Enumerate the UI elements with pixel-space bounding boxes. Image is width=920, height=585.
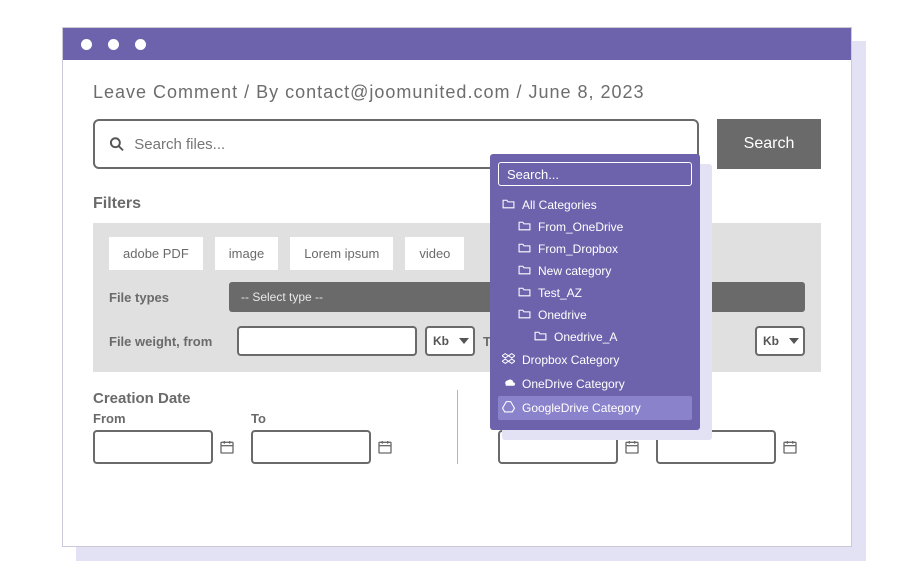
onedrive-icon: [502, 376, 515, 392]
folder-icon: [534, 330, 547, 344]
dropdown-item-label: Onedrive_A: [554, 330, 617, 344]
dropdown-item-label: Dropbox Category: [522, 353, 619, 367]
filter-tag[interactable]: image: [215, 237, 278, 270]
dropdown-item-label: Onedrive: [538, 308, 587, 322]
dates-row: Creation Date From To: [93, 390, 821, 464]
file-types-label: File types: [109, 290, 229, 305]
folder-icon: [518, 264, 531, 278]
dropdown-item[interactable]: Onedrive_A: [498, 326, 692, 348]
gdrive-icon: [502, 400, 515, 416]
folder-icon: [518, 308, 531, 322]
dropdown-item[interactable]: Onedrive: [498, 304, 692, 326]
folder-icon: [518, 242, 531, 256]
creation-from-input[interactable]: [93, 430, 213, 464]
chevron-down-icon: [789, 338, 799, 344]
search-row: Search: [93, 119, 821, 169]
filter-tag[interactable]: adobe PDF: [109, 237, 203, 270]
content-area: Leave Comment / By contact@joomunited.co…: [63, 60, 851, 464]
calendar-icon[interactable]: [377, 439, 393, 455]
weight-from-input[interactable]: [237, 326, 417, 356]
filters-heading: Filters: [93, 195, 821, 213]
dropdown-item-label: OneDrive Category: [522, 377, 625, 391]
unit-label: Kb: [433, 334, 449, 348]
chevron-down-icon: [459, 338, 469, 344]
window-titlebar: [63, 28, 851, 60]
creation-date-col: Creation Date From To: [93, 390, 417, 464]
dropdown-search-input[interactable]: Search...: [498, 162, 692, 186]
dropdown-item-label: Test_AZ: [538, 286, 582, 300]
dropdown-item-label: All Categories: [522, 198, 597, 212]
window-control-dot[interactable]: [108, 39, 119, 50]
window-control-dot[interactable]: [135, 39, 146, 50]
search-input[interactable]: [134, 136, 683, 153]
breadcrumb: Leave Comment / By contact@joomunited.co…: [93, 82, 821, 103]
calendar-icon[interactable]: [219, 439, 235, 455]
dropdown-item-label: From_OneDrive: [538, 220, 623, 234]
dropdown-item-label: From_Dropbox: [538, 242, 618, 256]
dropdown-item[interactable]: All Categories: [498, 194, 692, 216]
filter-tags-row: adobe PDF image Lorem ipsum video: [109, 237, 805, 270]
file-types-row: File types -- Select type --: [109, 282, 805, 312]
folder-icon: [518, 220, 531, 234]
dropdown-item-label: New category: [538, 264, 611, 278]
dropdown-item[interactable]: OneDrive Category: [498, 372, 692, 396]
dropdown-item[interactable]: GoogleDrive Category: [498, 396, 692, 420]
dropdown-item-label: GoogleDrive Category: [522, 401, 641, 415]
vertical-divider: [457, 390, 458, 464]
filters-panel: adobe PDF image Lorem ipsum video File t…: [93, 223, 821, 372]
weight-to-unit[interactable]: Kb: [755, 326, 805, 356]
dropdown-item[interactable]: From_OneDrive: [498, 216, 692, 238]
category-dropdown: Search... All Categories From_OneDrive Fro…: [490, 154, 700, 430]
dropdown-item[interactable]: From_Dropbox: [498, 238, 692, 260]
window-control-dot[interactable]: [81, 39, 92, 50]
dropdown-item[interactable]: Dropbox Category: [498, 348, 692, 372]
search-button[interactable]: Search: [717, 119, 821, 169]
app-window: Leave Comment / By contact@joomunited.co…: [62, 27, 852, 547]
folder-icon: [518, 286, 531, 300]
dropdown-item[interactable]: Test_AZ: [498, 282, 692, 304]
dropbox-icon: [502, 352, 515, 368]
creation-date-title: Creation Date: [93, 390, 417, 407]
creation-to-input[interactable]: [251, 430, 371, 464]
search-icon: [109, 136, 124, 152]
filter-tag[interactable]: video: [405, 237, 464, 270]
unit-label: Kb: [763, 334, 779, 348]
file-weight-label: File weight, from: [109, 334, 229, 349]
filter-tag[interactable]: Lorem ipsum: [290, 237, 393, 270]
calendar-icon[interactable]: [782, 439, 798, 455]
calendar-icon[interactable]: [624, 439, 640, 455]
update-to-input[interactable]: [656, 430, 776, 464]
update-from-input[interactable]: [498, 430, 618, 464]
to-label: To: [251, 411, 393, 426]
from-label: From: [93, 411, 235, 426]
file-weight-row: File weight, from Kb T Kb: [109, 326, 805, 356]
weight-from-unit[interactable]: Kb: [425, 326, 475, 356]
folder-icon: [502, 198, 515, 212]
dropdown-item[interactable]: New category: [498, 260, 692, 282]
